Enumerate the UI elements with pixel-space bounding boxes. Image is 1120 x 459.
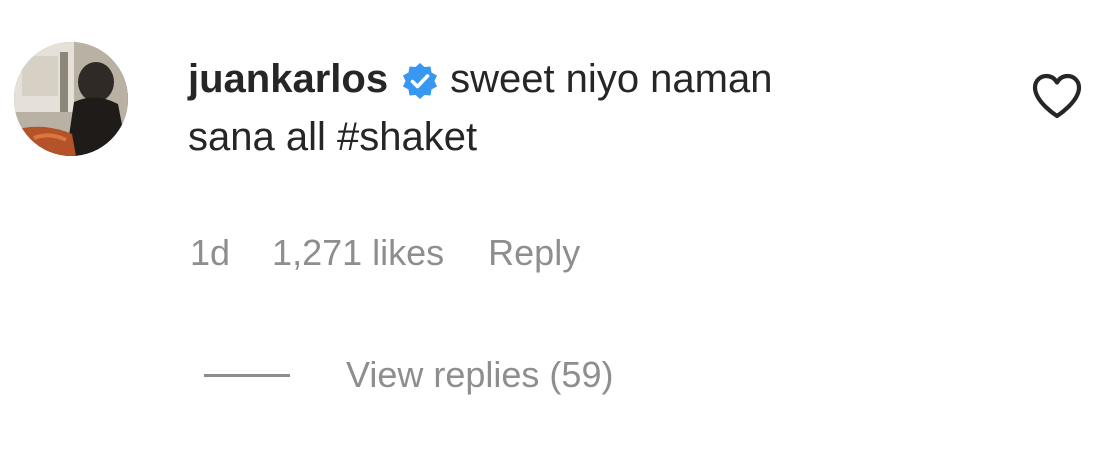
comment-item: juankarlos sweet niyo naman sana all #sh… — [0, 0, 1120, 459]
comment-line-1: juankarlos sweet niyo naman — [188, 50, 1008, 108]
hashtag-link[interactable]: #shaket — [337, 115, 477, 159]
comment-body: juankarlos sweet niyo naman sana all #sh… — [188, 50, 1008, 166]
likes-count[interactable]: 1,271 likes — [272, 232, 444, 274]
comment-line-2: sana all #shaket — [188, 108, 1008, 166]
heart-outline-icon[interactable] — [1030, 72, 1084, 120]
view-replies-label: View replies (59) — [346, 354, 614, 395]
comment-text-line-1: sweet niyo naman — [450, 57, 773, 101]
avatar-photo — [14, 42, 128, 156]
comment-meta: 1d 1,271 likes Reply — [190, 228, 580, 278]
avatar[interactable] — [14, 42, 128, 156]
comment-timestamp[interactable]: 1d — [190, 232, 230, 274]
comment-text-line-2: sana all — [188, 115, 337, 159]
verified-badge-icon — [400, 59, 440, 99]
reply-button[interactable]: Reply — [488, 232, 580, 274]
replies-divider-line — [204, 373, 290, 377]
username-link[interactable]: juankarlos — [188, 50, 388, 108]
view-replies-button[interactable]: View replies (59) — [204, 350, 613, 400]
